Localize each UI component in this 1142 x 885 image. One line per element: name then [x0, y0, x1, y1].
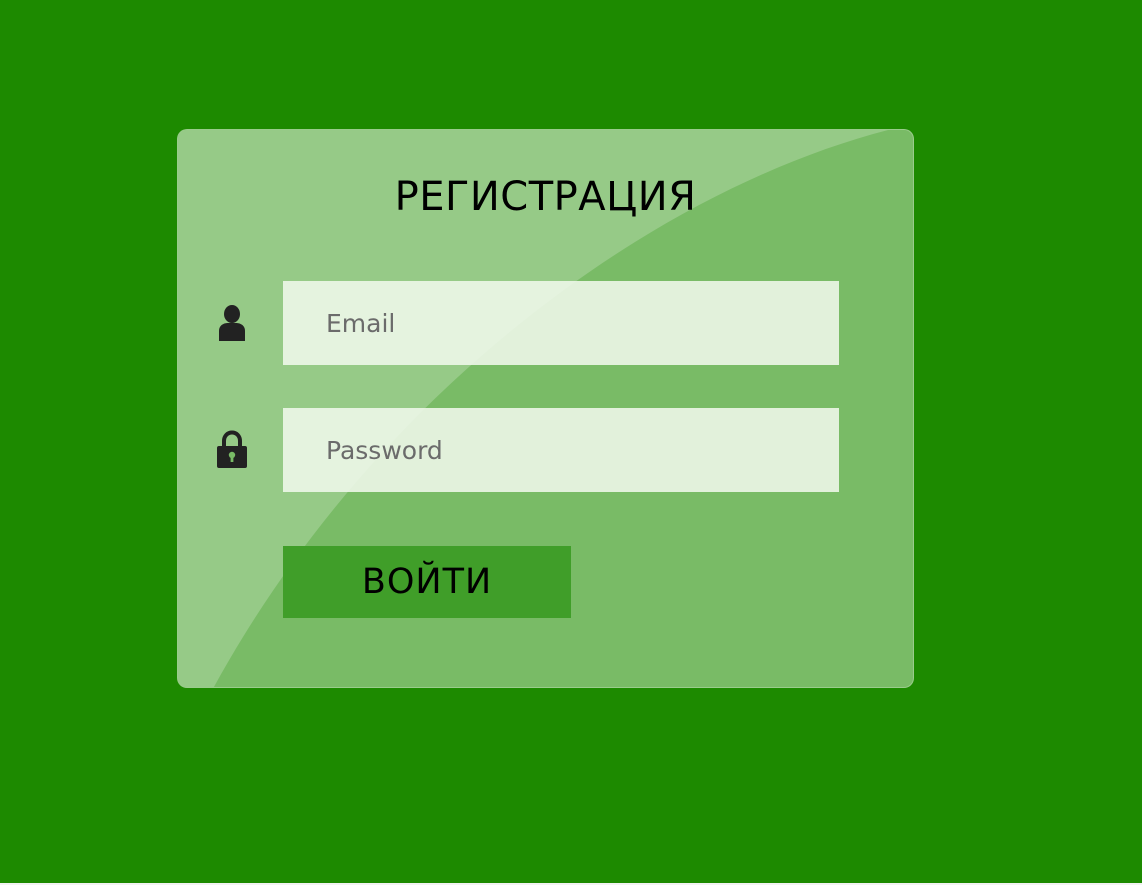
password-field[interactable]: [283, 408, 839, 492]
login-card: РЕГИСТРАЦИЯ ВОЙТИ: [177, 129, 914, 688]
user-icon: [214, 303, 250, 343]
email-row: [178, 281, 913, 365]
email-field[interactable]: [283, 281, 839, 365]
lock-icon: [214, 430, 250, 470]
form-title: РЕГИСТРАЦИЯ: [394, 174, 697, 220]
password-row: [178, 408, 913, 492]
login-button[interactable]: ВОЙТИ: [283, 546, 571, 618]
page-background: РЕГИСТРАЦИЯ ВОЙТИ: [0, 0, 1142, 885]
